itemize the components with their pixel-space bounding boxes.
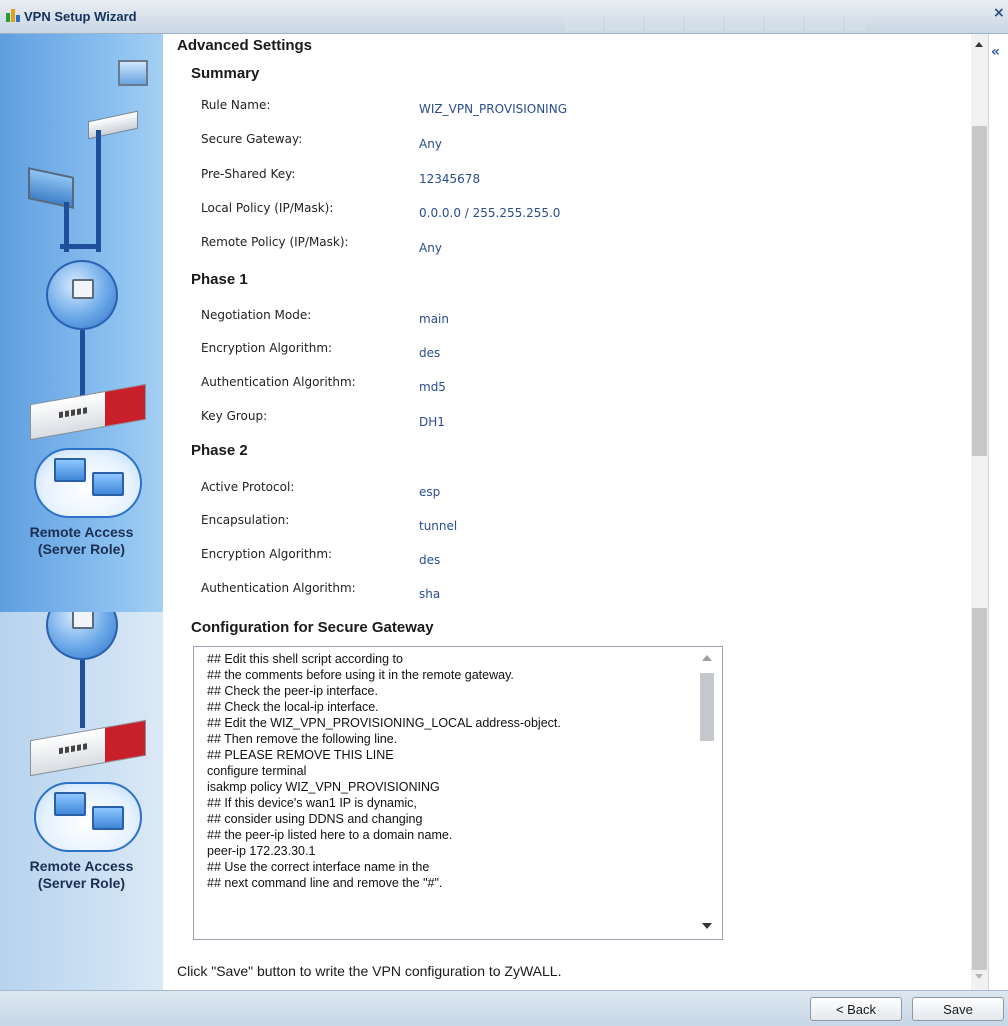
network-port-icon xyxy=(72,612,94,629)
save-button[interactable]: Save xyxy=(912,997,1004,1021)
script-line: ## the peer-ip listed here to a domain n… xyxy=(207,828,453,842)
illustration-bottom: Remote Access (Server Role) xyxy=(0,612,163,990)
script-line: ## Check the peer-ip interface. xyxy=(207,684,378,698)
save-instruction-text: Click "Save" button to write the VPN con… xyxy=(177,963,562,979)
connection-line xyxy=(60,244,100,249)
zywall-router-icon xyxy=(30,719,146,777)
network-port-icon xyxy=(72,279,94,299)
wizard-illustration-panel: Remote Access (Server Role) Remote Acces… xyxy=(0,34,163,990)
phase1-heading: Phase 1 xyxy=(191,271,248,288)
scroll-down-arrow-icon[interactable] xyxy=(702,923,712,929)
internet-globe-icon xyxy=(46,612,118,660)
phase1-authentication-label: Authentication Algorithm: xyxy=(201,375,356,389)
phase1-authentication-value: md5 xyxy=(419,380,446,394)
script-line: ## the comments before using it in the r… xyxy=(207,668,514,682)
window-title: VPN Setup Wizard xyxy=(24,9,137,24)
active-protocol-label: Active Protocol: xyxy=(201,480,295,494)
connection-line xyxy=(80,660,85,728)
pre-shared-key-label: Pre-Shared Key: xyxy=(201,167,296,181)
connection-line xyxy=(80,330,85,398)
script-line: ## Edit the WIZ_VPN_PROVISIONING_LOCAL a… xyxy=(207,716,561,730)
role-label: Remote Access (Server Role) xyxy=(29,524,134,557)
computer-icon xyxy=(118,60,148,86)
title-bar: VPN Setup Wizard × xyxy=(0,0,1008,34)
script-line: ## Then remove the following line. xyxy=(207,732,398,746)
vpn-wizard-icon xyxy=(6,9,20,23)
remote-network-cloud-icon xyxy=(34,782,142,852)
wizard-footer: < Back Save xyxy=(0,990,1008,1026)
secure-gateway-value: Any xyxy=(419,137,442,151)
encapsulation-label: Encapsulation: xyxy=(201,513,290,527)
script-line: ## PLEASE REMOVE THIS LINE xyxy=(207,748,394,762)
script-line: ## Check the local-ip interface. xyxy=(207,700,379,714)
phase1-encryption-value: des xyxy=(419,346,441,360)
phase2-heading: Phase 2 xyxy=(191,442,248,459)
close-icon[interactable]: × xyxy=(993,5,1005,21)
main-scroll-thumb[interactable] xyxy=(972,608,987,970)
encapsulation-value: tunnel xyxy=(419,519,458,533)
phase2-encryption-value: des xyxy=(419,553,441,567)
pre-shared-key-value: 12345678 xyxy=(419,172,481,186)
phase2-encryption-label: Encryption Algorithm: xyxy=(201,547,333,561)
back-button[interactable]: < Back xyxy=(810,997,902,1021)
active-protocol-value: esp xyxy=(419,485,441,499)
script-line: ## Use the correct interface name in the xyxy=(207,860,430,874)
local-policy-value: 0.0.0.0 / 255.255.255.0 xyxy=(419,206,561,220)
advanced-settings-panel: Advanced Settings Summary Rule Name: WIZ… xyxy=(163,34,971,990)
rule-name-value: WIZ_VPN_PROVISIONING xyxy=(419,102,567,116)
script-line: isakmp policy WIZ_VPN_PROVISIONING xyxy=(207,780,440,794)
script-line: ## If this device's wan1 IP is dynamic, xyxy=(207,796,417,810)
summary-heading: Summary xyxy=(191,65,260,82)
gateway-config-script-textarea[interactable]: ## Edit this shell script according to #… xyxy=(193,646,723,940)
role-label: Remote Access (Server Role) xyxy=(29,858,134,891)
secure-gateway-label: Secure Gateway: xyxy=(201,132,303,146)
script-line: configure terminal xyxy=(207,764,307,778)
remote-network-cloud-icon xyxy=(34,448,142,518)
collapse-icon[interactable]: « xyxy=(991,44,1000,60)
scroll-up-arrow-icon[interactable] xyxy=(702,655,712,661)
key-group-value: DH1 xyxy=(419,415,445,429)
main-scroll-thumb[interactable] xyxy=(972,126,987,456)
scroll-down-arrow-icon[interactable] xyxy=(975,974,983,979)
phase2-authentication-label: Authentication Algorithm: xyxy=(201,581,356,595)
zywall-router-icon xyxy=(30,383,146,441)
negotiation-mode-label: Negotiation Mode: xyxy=(201,308,312,322)
illustration-top: Remote Access (Server Role) xyxy=(0,34,163,612)
phase2-authentication-value: sha xyxy=(419,587,441,601)
script-line: peer-ip 172.23.30.1 xyxy=(207,844,316,858)
script-scroll-thumb[interactable] xyxy=(700,673,714,741)
remote-policy-label: Remote Policy (IP/Mask): xyxy=(201,235,349,249)
script-line: ## consider using DDNS and changing xyxy=(207,812,423,826)
rule-name-label: Rule Name: xyxy=(201,98,271,112)
title-decoration xyxy=(565,17,865,31)
side-collapse-strip: « xyxy=(988,34,1008,990)
local-policy-label: Local Policy (IP/Mask): xyxy=(201,201,334,215)
key-group-label: Key Group: xyxy=(201,409,268,423)
script-scrollbar[interactable] xyxy=(694,647,722,939)
main-scrollbar[interactable] xyxy=(971,34,988,990)
page-title: Advanced Settings xyxy=(177,37,313,54)
scroll-up-arrow-icon[interactable] xyxy=(975,42,983,47)
script-line: ## Edit this shell script according to xyxy=(207,652,403,666)
remote-policy-value: Any xyxy=(419,241,442,255)
negotiation-mode-value: main xyxy=(419,312,449,326)
phase1-encryption-label: Encryption Algorithm: xyxy=(201,341,333,355)
script-line: ## next command line and remove the "#". xyxy=(207,876,443,890)
config-heading: Configuration for Secure Gateway xyxy=(191,619,434,636)
connection-line xyxy=(96,130,101,252)
internet-globe-icon xyxy=(46,260,118,330)
